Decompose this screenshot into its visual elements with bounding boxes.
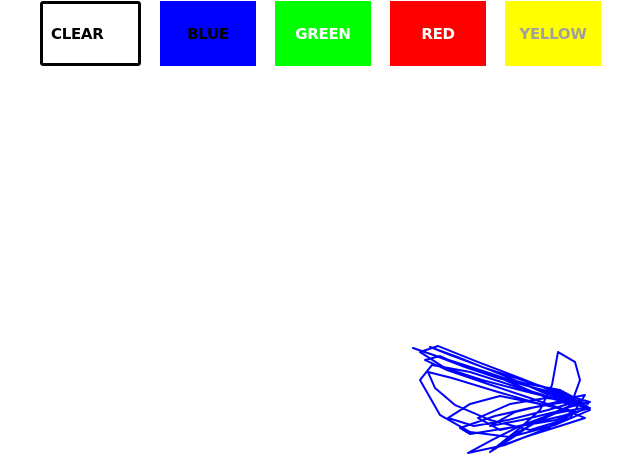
yellow-color-button[interactable]: YELLOW	[505, 1, 601, 66]
drawing-canvas[interactable]	[0, 70, 636, 471]
drawing-surface[interactable]	[0, 70, 636, 471]
blue-color-button[interactable]: BLUE	[160, 1, 256, 66]
color-toolbar: CLEAR BLUE GREEN RED YELLOW	[0, 0, 636, 70]
clear-button[interactable]: CLEAR	[40, 1, 141, 66]
red-color-button[interactable]: RED	[390, 1, 486, 66]
drawn-stroke	[412, 345, 591, 454]
green-color-button[interactable]: GREEN	[275, 1, 371, 66]
